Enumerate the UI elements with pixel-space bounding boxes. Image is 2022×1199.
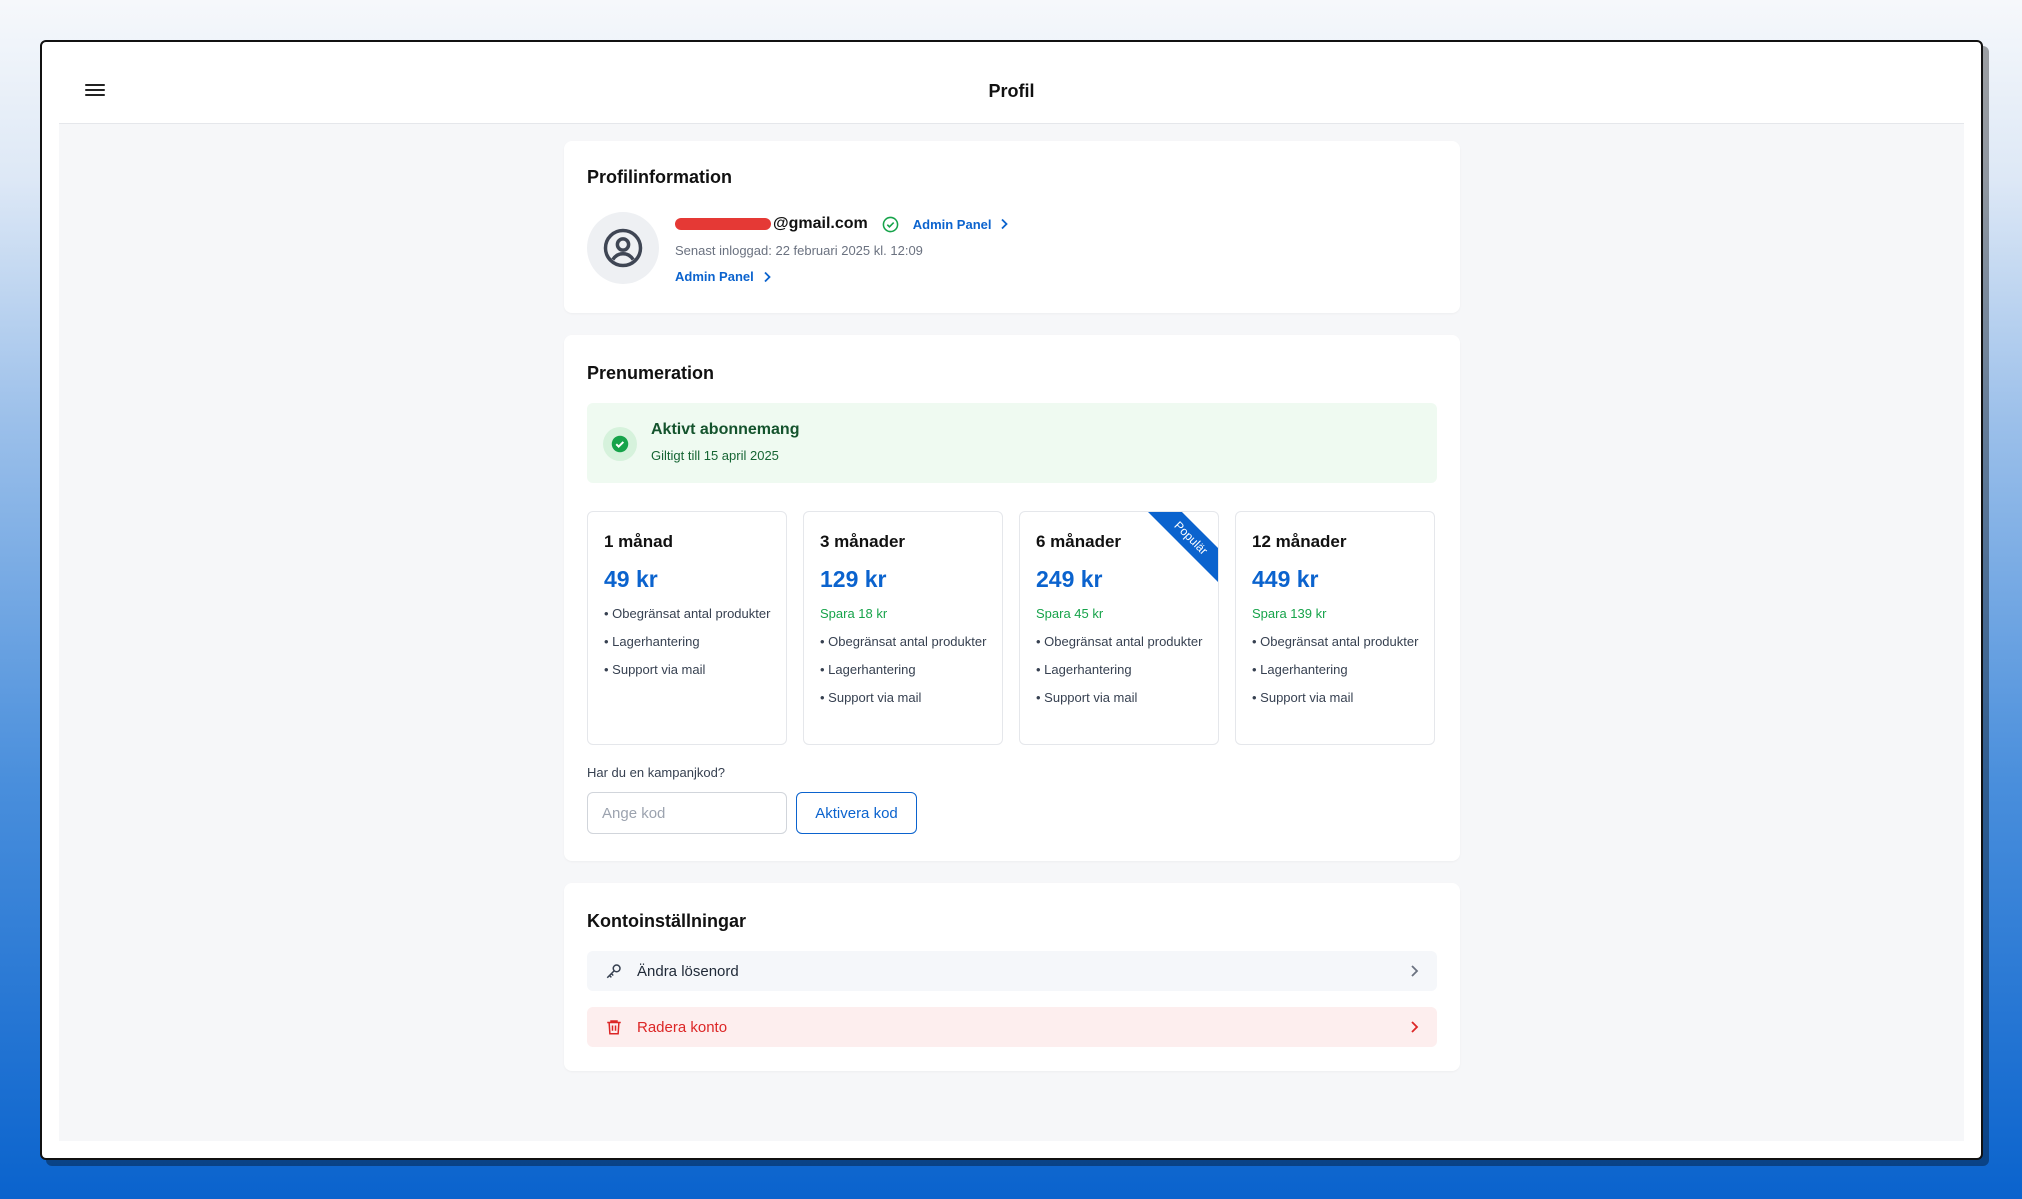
chevron-right-icon xyxy=(1001,218,1009,230)
plan-feature: Support via mail xyxy=(604,660,772,680)
plan-feature: Support via mail xyxy=(820,688,988,708)
promo-code-label: Har du en kampanjkod? xyxy=(587,765,726,780)
plan-feature: Lagerhantering xyxy=(820,660,988,680)
active-subscription-valid-until: Giltigt till 15 april 2025 xyxy=(651,448,779,463)
email-row: @gmail.com Admin Panel xyxy=(675,215,1009,233)
plan-feature: Obegränsat antal produkter xyxy=(1036,632,1204,652)
plan-feature: Obegränsat antal produkter xyxy=(604,604,772,624)
plan-feature: Obegränsat antal produkter xyxy=(1252,632,1420,652)
subscription-section-title: Prenumeration xyxy=(587,363,715,383)
check-circle-filled-icon xyxy=(611,435,629,453)
plan-name: 6 månader xyxy=(1036,532,1122,551)
plan-name: 12 månader xyxy=(1252,532,1347,551)
active-subscription-title: Aktivt abonnemang xyxy=(651,421,800,438)
plan-card-12-months[interactable]: 12 månader 449 kr Spara 139 kr Obegränsa… xyxy=(1235,511,1435,745)
change-password-button[interactable]: Ändra lösenord xyxy=(587,951,1437,991)
key-icon xyxy=(606,964,621,979)
plan-name: 1 månad xyxy=(604,532,673,551)
delete-account-label: Radera konto xyxy=(637,1018,728,1036)
plan-card-6-months[interactable]: Populär 6 månader 249 kr Spara 45 kr Obe… xyxy=(1019,511,1219,745)
plan-features: Obegränsat antal produkter Lagerhanterin… xyxy=(820,632,988,716)
plan-feature: Lagerhantering xyxy=(1036,660,1204,680)
page-title: Profil xyxy=(988,80,1035,101)
redacted-email-user xyxy=(675,218,771,230)
app-window: Profil Profilinformation @gmail.com Admi… xyxy=(40,40,1983,1160)
profile-card: Profilinformation @gmail.com Admin Panel… xyxy=(564,141,1460,313)
active-status-icon xyxy=(603,427,637,461)
plan-features: Obegränsat antal produkter Lagerhanterin… xyxy=(604,604,772,688)
promo-code-input[interactable] xyxy=(587,792,787,834)
admin-panel-label: Admin Panel xyxy=(912,216,992,232)
settings-section-title: Kontoinställningar xyxy=(587,911,746,931)
user-circle-icon xyxy=(603,228,643,268)
subscription-card: Prenumeration Aktivt abonnemang Giltigt … xyxy=(564,335,1460,861)
last-login-text: Senast inloggad: 22 februari 2025 kl. 12… xyxy=(675,243,923,258)
admin-panel-link[interactable]: Admin Panel xyxy=(913,217,1010,232)
plan-name: 3 månader xyxy=(820,532,906,551)
plan-price: 129 kr xyxy=(820,566,887,592)
check-circle-icon xyxy=(882,216,899,232)
plan-feature: Lagerhantering xyxy=(604,632,772,652)
chevron-right-icon xyxy=(764,271,771,282)
top-bar: Profil xyxy=(59,59,1964,124)
email-domain: @gmail.com xyxy=(773,215,868,232)
plan-savings: Spara 45 kr xyxy=(1036,606,1104,621)
plan-price: 249 kr xyxy=(1036,566,1103,592)
plan-feature: Support via mail xyxy=(1252,688,1420,708)
plan-features: Obegränsat antal produkter Lagerhanterin… xyxy=(1036,632,1204,716)
trash-icon xyxy=(607,1020,621,1035)
plan-card-1-month[interactable]: 1 månad 49 kr Obegränsat antal produkter… xyxy=(587,511,787,745)
admin-panel-label: Admin Panel xyxy=(675,269,754,284)
plan-savings: Spara 18 kr xyxy=(820,606,888,621)
chevron-right-icon xyxy=(1411,1021,1419,1033)
admin-panel-link-secondary[interactable]: Admin Panel xyxy=(675,269,772,284)
activate-code-button[interactable]: Aktivera kod xyxy=(796,792,917,834)
plan-feature: Lagerhantering xyxy=(1252,660,1420,680)
delete-account-button[interactable]: Radera konto xyxy=(587,1007,1437,1047)
plan-price: 449 kr xyxy=(1252,566,1319,592)
plan-features: Obegränsat antal produkter Lagerhanterin… xyxy=(1252,632,1420,716)
plan-card-3-months[interactable]: 3 månader 129 kr Spara 18 kr Obegränsat … xyxy=(803,511,1003,745)
plan-feature: Support via mail xyxy=(1036,688,1204,708)
profile-section-title: Profilinformation xyxy=(587,167,732,187)
plan-feature: Obegränsat antal produkter xyxy=(820,632,988,652)
change-password-label: Ändra lösenord xyxy=(637,962,739,980)
popular-badge: Populär xyxy=(1143,512,1218,586)
plan-savings: Spara 139 kr xyxy=(1252,606,1327,621)
chevron-right-icon xyxy=(1411,965,1419,977)
account-settings-card: Kontoinställningar Ändra lösenord Radera… xyxy=(564,883,1460,1071)
plan-price: 49 kr xyxy=(604,566,658,592)
hamburger-menu-icon[interactable] xyxy=(85,81,105,101)
app: Profil Profilinformation @gmail.com Admi… xyxy=(59,59,1964,1141)
avatar xyxy=(587,212,659,284)
active-subscription-banner: Aktivt abonnemang Giltigt till 15 april … xyxy=(587,403,1437,483)
